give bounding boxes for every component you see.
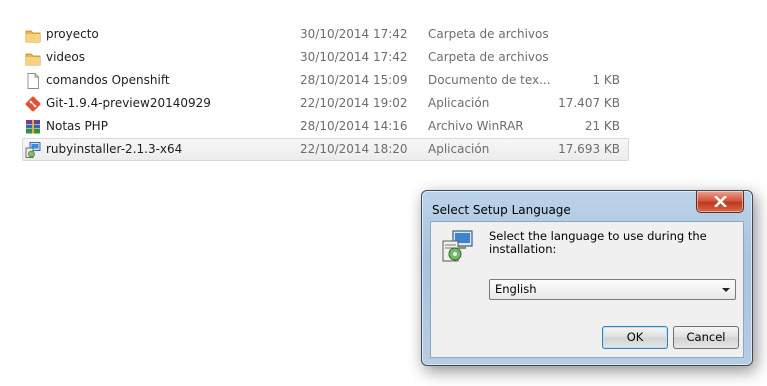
close-button[interactable] [696, 191, 744, 213]
file-date: 28/10/2014 15:09 [300, 73, 408, 87]
folder-icon [25, 30, 41, 43]
language-select[interactable]: English [489, 279, 736, 300]
file-name: comandos Openshift [46, 73, 170, 87]
file-row-comandos-openshift[interactable]: comandos Openshift 28/10/2014 15:09 Docu… [22, 69, 629, 92]
file-type: Carpeta de archivos [428, 27, 549, 41]
file-type: Carpeta de archivos [428, 50, 549, 64]
setup-language-dialog: Select Setup Language Select the languag… [421, 190, 753, 366]
setup-icon [442, 230, 473, 262]
file-date: 30/10/2014 17:42 [300, 27, 408, 41]
file-type: Documento de tex... [428, 73, 551, 87]
language-select-value: English [495, 282, 537, 296]
language-prompt: Select the language to use during the in… [489, 229, 707, 256]
file-name: Git-1.9.4-preview20140929 [46, 96, 211, 110]
close-icon [714, 196, 727, 207]
file-row-videos[interactable]: videos 30/10/2014 17:42 Carpeta de archi… [22, 46, 629, 69]
file-type: Aplicación [428, 142, 490, 156]
file-row-notas-php[interactable]: Notas PHP 28/10/2014 14:16 Archivo WinRA… [22, 115, 629, 138]
file-size: 1 KB [592, 73, 620, 87]
installer-icon [25, 142, 41, 158]
file-list: proyecto 30/10/2014 17:42 Carpeta de arc… [22, 23, 629, 161]
file-size: 17.693 KB [558, 142, 620, 156]
file-row-rubyinstaller[interactable]: rubyinstaller-2.1.3-x64 22/10/2014 18:20… [22, 138, 629, 161]
file-size: 21 KB [584, 119, 620, 133]
file-date: 22/10/2014 19:02 [300, 96, 408, 110]
ok-button[interactable]: OK [602, 326, 668, 349]
text-document-icon [27, 73, 39, 89]
file-name: rubyinstaller-2.1.3-x64 [46, 142, 183, 156]
winrar-icon [26, 120, 40, 134]
git-icon [25, 96, 41, 112]
folder-icon [25, 53, 41, 66]
file-row-proyecto[interactable]: proyecto 30/10/2014 17:42 Carpeta de arc… [22, 23, 629, 46]
file-type: Aplicación [428, 96, 490, 110]
file-name: Notas PHP [46, 119, 108, 133]
file-date: 30/10/2014 17:42 [300, 50, 408, 64]
file-name: proyecto [46, 27, 99, 41]
file-row-git[interactable]: Git-1.9.4-preview20140929 22/10/2014 19:… [22, 92, 629, 115]
dialog-title: Select Setup Language [432, 203, 571, 217]
file-size: 17.407 KB [558, 96, 620, 110]
file-name: videos [46, 50, 86, 64]
file-date: 22/10/2014 18:20 [300, 142, 408, 156]
cancel-button[interactable]: Cancel [673, 326, 739, 349]
file-date: 28/10/2014 14:16 [300, 119, 408, 133]
chevron-down-icon [722, 288, 730, 292]
dialog-body: Select the language to use during the in… [430, 221, 744, 358]
file-type: Archivo WinRAR [428, 119, 524, 133]
